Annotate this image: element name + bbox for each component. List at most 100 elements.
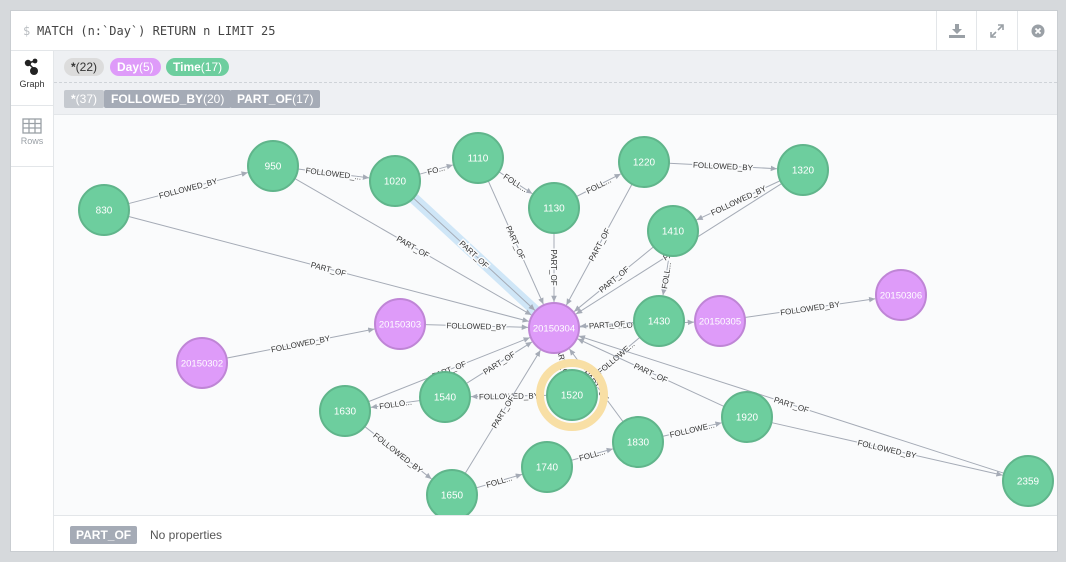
graph-svg[interactable]: FOLLOWED_BY FOLLOWED_... FO... FOLL... FOLL.…	[54, 115, 1058, 521]
expand-icon	[989, 23, 1004, 38]
edge-label-n950-to-n1020: FOLLOWED_...	[305, 166, 362, 182]
node-1220[interactable]: 1220	[618, 136, 670, 188]
node-1630[interactable]: 1630	[319, 385, 371, 437]
edge-label-n1110-to-d20150304: PART_OF	[504, 224, 527, 261]
expand-button[interactable]	[976, 11, 1016, 50]
node-1020[interactable]: 1020	[369, 155, 421, 207]
rel-type-part-of[interactable]: PART_OF(17)	[230, 90, 321, 108]
node-label-2359: 2359	[1017, 477, 1040, 488]
node-label-1540: 1540	[434, 393, 457, 404]
edge-label-n1320-to-n1410: FOLLOWED_BY	[710, 184, 769, 218]
graph-canvas[interactable]: FOLLOWED_BY FOLLOWED_... FO... FOLL... FOLL.…	[54, 115, 1058, 521]
node-1650[interactable]: 1650	[426, 469, 478, 521]
edge-label-n1410-to-n1430: FOLL...	[660, 262, 673, 290]
node-950[interactable]: 950	[247, 140, 299, 192]
edge-label-d20150305-to-d20150306: FOLLOWED_BY	[780, 300, 841, 318]
node-1320[interactable]: 1320	[777, 144, 829, 196]
close-icon	[1031, 24, 1045, 37]
edge-label-n1130-to-n1220: FOLL...	[585, 176, 613, 196]
edge-label-n1220-to-d20150304: PART_OF	[587, 227, 612, 263]
node-label-1410: 1410	[662, 227, 685, 238]
node-1130[interactable]: 1130	[528, 182, 580, 234]
node-2359[interactable]: 2359	[1002, 455, 1054, 507]
node-label-1110: 1110	[468, 154, 489, 165]
query-bar: $ MATCH (n:`Day`) RETURN n LIMIT 25	[11, 11, 1057, 51]
node-label-legend: *(22) Day(5) Time(17)	[54, 51, 1057, 83]
inspector-panel: PART_OF No properties	[54, 515, 1057, 551]
tab-rows-label: Rows	[20, 136, 44, 146]
edge-label-n1540-to-n1630: FOLLO...	[379, 398, 413, 411]
node-label-20150303: 20150303	[379, 320, 421, 331]
edge-label-n1740-to-n1830: FOLL...	[578, 447, 606, 463]
edge-label-n1650-to-n1740: FOLL...	[485, 474, 513, 490]
edge-label-n1920-to-d20150304: PART_OF	[632, 361, 669, 384]
edge-label-n830-to-n950: FOLLOWED_BY	[158, 177, 219, 201]
node-20150302[interactable]: 20150302	[176, 337, 228, 389]
node-1830[interactable]: 1830	[612, 416, 664, 468]
node-1540[interactable]: 1540	[419, 371, 471, 423]
table-icon	[22, 118, 42, 134]
node-1520[interactable]: 1520	[536, 359, 608, 431]
result-frame: $ MATCH (n:`Day`) RETURN n LIMIT 25 Grap…	[10, 10, 1058, 552]
edge-label-n1540-to-d20150304: PART_OF	[482, 350, 517, 377]
edge-label-n2359-to-d20150304: PART_OF	[773, 395, 810, 415]
node-1110[interactable]: 1110	[452, 132, 504, 184]
node-20150304[interactable]: 20150304	[528, 302, 580, 354]
node-label-830: 830	[96, 206, 113, 217]
node-1920[interactable]: 1920	[721, 391, 773, 443]
tab-graph-label: Graph	[19, 79, 45, 89]
node-1410[interactable]: 1410	[647, 205, 699, 257]
edge-label-n1430-to-n1520: FOLLOWE...	[596, 340, 637, 377]
edge-label-d20150302-to-d20150303: FOLLOWED_BY	[270, 334, 331, 355]
edge-label-n1630-to-n1650: FOLLOWED_BY	[371, 431, 424, 476]
tab-graph[interactable]: Graph	[11, 51, 53, 106]
node-label-20150302: 20150302	[181, 359, 223, 370]
edge-label-n1110-to-n1130: FOLL...	[502, 172, 529, 194]
close-button[interactable]	[1017, 11, 1058, 50]
node-label-1130: 1130	[543, 204, 565, 215]
node-label-20150304: 20150304	[533, 324, 575, 335]
node-20150303[interactable]: 20150303	[374, 298, 426, 350]
node-1740[interactable]: 1740	[521, 441, 573, 493]
node-label-1830: 1830	[627, 438, 650, 449]
node-label-time[interactable]: Time(17)	[166, 58, 230, 76]
node-label-1630: 1630	[334, 407, 357, 418]
tab-rows[interactable]: Rows	[11, 112, 53, 167]
node-label-20150305: 20150305	[699, 317, 741, 328]
edge-label-n1130-to-d20150304: PART_OF	[549, 249, 558, 285]
node-label-950: 950	[265, 162, 282, 173]
query-prompt: $	[23, 24, 31, 38]
view-sidebar: Graph Rows	[11, 51, 54, 551]
node-label-1430: 1430	[648, 317, 671, 328]
edge-label-n1220-to-n1320: FOLLOWED_BY	[693, 160, 754, 172]
edge-label-n1920-to-n2359: FOLLOWED_BY	[857, 438, 918, 460]
relationship-type-legend: *(37) FOLLOWED_BY(20) PART_OF(17)	[54, 83, 1057, 115]
node-label-1650: 1650	[441, 491, 464, 502]
node-1430[interactable]: 1430	[633, 295, 685, 347]
node-label-1920: 1920	[736, 413, 759, 424]
edge-label-d20150303-to-d20150304: FOLLOWED_BY	[446, 321, 507, 332]
query-text[interactable]: MATCH (n:`Day`) RETURN n LIMIT 25	[37, 24, 275, 38]
node-830[interactable]: 830	[78, 184, 130, 236]
node-label-1320: 1320	[792, 166, 815, 177]
node-label-all[interactable]: *(22)	[64, 58, 105, 76]
inspector-type-badge: PART_OF	[70, 526, 138, 544]
node-20150306[interactable]: 20150306	[875, 269, 927, 321]
node-label-20150306: 20150306	[880, 291, 922, 302]
node-label-1740: 1740	[536, 463, 559, 474]
edge-label-n1020-to-n1110: FO...	[426, 163, 446, 176]
rel-type-all[interactable]: *(37)	[64, 90, 105, 108]
edge-label-n1020-to-d20150304: PART_OF	[457, 239, 490, 270]
node-label-1020: 1020	[384, 177, 407, 188]
download-icon	[948, 23, 965, 38]
download-button[interactable]	[936, 11, 976, 50]
node-20150305[interactable]: 20150305	[694, 295, 746, 347]
inspector-properties: No properties	[150, 528, 223, 542]
graph-icon	[24, 58, 38, 75]
rel-type-followed-by[interactable]: FOLLOWED_BY(20)	[104, 90, 232, 108]
node-label-day[interactable]: Day(5)	[110, 58, 161, 76]
edge-label-n830-to-d20150304: PART_OF	[310, 260, 347, 278]
node-label-1520: 1520	[561, 391, 584, 402]
node-label-1220: 1220	[633, 158, 656, 169]
edge-label-n950-to-d20150304: PART_OF	[395, 234, 431, 260]
